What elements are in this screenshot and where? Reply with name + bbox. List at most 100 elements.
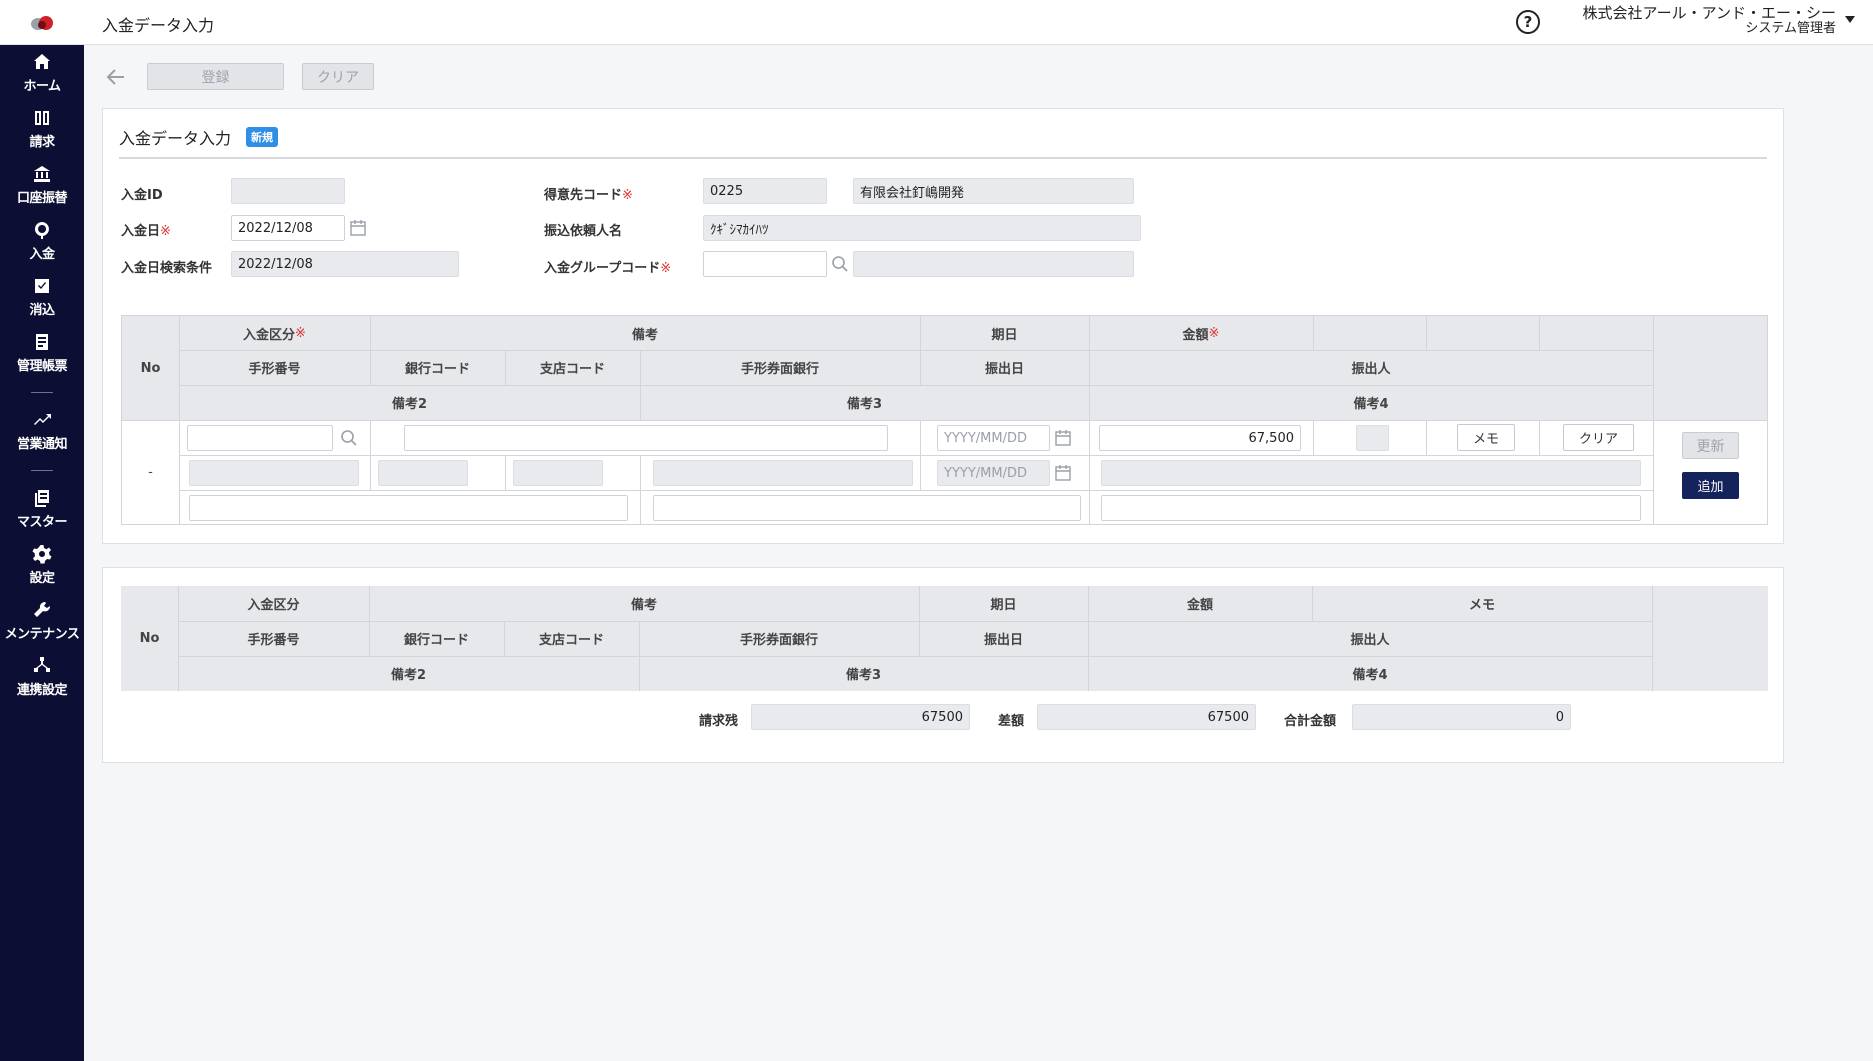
sidebar-item-reports[interactable]: 管理帳票 bbox=[0, 325, 84, 381]
diff-label: 差額 bbox=[998, 714, 1025, 729]
back-arrow-icon[interactable] bbox=[104, 65, 128, 89]
chevron-down-icon[interactable] bbox=[1845, 16, 1855, 23]
memo-indicator bbox=[1356, 425, 1389, 451]
remarks3-input[interactable] bbox=[653, 495, 1081, 521]
required-mark: ※ bbox=[1208, 325, 1220, 341]
nav-divider bbox=[0, 459, 84, 481]
date-search-field: 2022/12/08 bbox=[231, 251, 459, 277]
sidebar-item-label: マスター bbox=[16, 515, 68, 530]
add-button[interactable]: 追加 bbox=[1682, 472, 1739, 499]
remarks4-input[interactable] bbox=[1101, 495, 1641, 521]
col-category: 入金区分 bbox=[247, 598, 300, 613]
sidebar-item-master[interactable]: マスター bbox=[0, 481, 84, 537]
col-bill-number: 手形番号 bbox=[247, 633, 300, 648]
col-amount: 金額 bbox=[1186, 598, 1213, 613]
sidebar-item-payment[interactable]: 入金 bbox=[0, 213, 84, 269]
required-mark: ※ bbox=[295, 325, 306, 341]
page-title: 入金データ入力 bbox=[102, 16, 215, 35]
calendar-icon[interactable] bbox=[349, 219, 367, 237]
due-date-input[interactable]: YYYY/MM/DD bbox=[937, 425, 1050, 451]
remarks-input[interactable] bbox=[404, 425, 888, 451]
sidebar-item-label: 入金 bbox=[29, 247, 55, 262]
col-no: No bbox=[139, 631, 160, 646]
app-logo[interactable] bbox=[0, 0, 84, 45]
memo-button[interactable]: メモ bbox=[1457, 424, 1515, 451]
bill-bank-field bbox=[653, 460, 913, 486]
sidebar-item-label: ホーム bbox=[23, 79, 61, 94]
customer-name-field: 有限会社釘嶋開発 bbox=[853, 178, 1134, 204]
payment-date-input[interactable]: 2022/12/08 bbox=[231, 215, 345, 241]
sidebar-item-label: 口座振替 bbox=[16, 191, 68, 206]
sidebar-item-label: 設定 bbox=[29, 571, 55, 586]
col-bill-bank: 手形券面銀行 bbox=[739, 633, 818, 648]
sidebar-item-label: 請求 bbox=[29, 135, 55, 150]
branch-code-field bbox=[513, 460, 603, 486]
issue-date-field: YYYY/MM/DD bbox=[937, 460, 1050, 486]
calendar-icon[interactable] bbox=[1054, 464, 1072, 482]
group-code-label: 入金グループコード※ bbox=[544, 261, 672, 276]
customer-code-field: 0225 bbox=[703, 178, 827, 204]
clear-button[interactable]: クリア bbox=[302, 63, 374, 90]
col-drawer: 振出人 bbox=[1350, 633, 1390, 648]
date-search-label: 入金日検索条件 bbox=[121, 261, 213, 276]
sidebar-item-reconcile[interactable]: 消込 bbox=[0, 269, 84, 325]
col-bank-code: 銀行コード bbox=[403, 633, 469, 648]
sidebar-item-sales-notice[interactable]: 営業通知 bbox=[0, 403, 84, 459]
col-amount: 金額 ※ bbox=[1182, 325, 1220, 343]
logo-icon bbox=[31, 16, 53, 30]
list-table: No 入金区分 備考 期日 金額 メモ 手形番号 銀行コード 支店コード 手形券… bbox=[121, 586, 1768, 691]
balance-field: 67500 bbox=[751, 704, 970, 730]
col-issue-date: 振出日 bbox=[983, 633, 1023, 648]
sidebar-item-label: 消込 bbox=[29, 303, 55, 318]
col-remarks3: 備考3 bbox=[846, 397, 883, 412]
required-mark: ※ bbox=[622, 188, 633, 203]
col-remarks4: 備考4 bbox=[1353, 397, 1389, 412]
col-remarks2: 備考2 bbox=[390, 668, 427, 683]
list-panel: No 入金区分 備考 期日 金額 メモ 手形番号 銀行コード 支店コード 手形券… bbox=[102, 567, 1784, 763]
sidebar-item-label: 営業通知 bbox=[16, 437, 68, 452]
user-menu[interactable]: 株式会社アール・アンド・エー・シー システム管理者 bbox=[1582, 5, 1836, 37]
col-bank-code: 銀行コード bbox=[404, 362, 470, 377]
total-field: 0 bbox=[1352, 704, 1571, 730]
category-input[interactable] bbox=[187, 425, 333, 451]
search-icon[interactable] bbox=[831, 255, 849, 273]
col-no: No bbox=[140, 360, 161, 376]
gear-icon bbox=[32, 545, 52, 564]
nav-divider bbox=[0, 381, 84, 403]
check-icon bbox=[35, 279, 49, 293]
search-icon[interactable] bbox=[340, 429, 358, 447]
sidebar-item-integration[interactable]: 連携設定 bbox=[0, 649, 84, 705]
network-icon bbox=[34, 657, 50, 672]
sidebar-item-billing[interactable]: 請求 bbox=[0, 101, 84, 157]
col-category: 入金区分 ※ bbox=[243, 325, 306, 343]
update-button[interactable]: 更新 bbox=[1682, 432, 1739, 459]
required-mark: ※ bbox=[660, 261, 672, 276]
help-icon[interactable]: ? bbox=[1516, 10, 1540, 34]
group-code-input[interactable] bbox=[703, 251, 827, 277]
col-drawer: 振出人 bbox=[1351, 362, 1391, 377]
payment-date-label: 入金日※ bbox=[121, 224, 171, 239]
title-divider bbox=[119, 157, 1767, 159]
sidebar-item-label: 連携設定 bbox=[16, 683, 68, 698]
sidebar-item-home[interactable]: ホーム bbox=[0, 45, 84, 101]
calendar-icon[interactable] bbox=[1054, 429, 1072, 447]
row-clear-button[interactable]: クリア bbox=[1563, 424, 1634, 451]
payment-icon bbox=[34, 222, 49, 239]
col-remarks: 備考 bbox=[631, 327, 658, 343]
col-remarks2: 備考2 bbox=[391, 397, 428, 412]
col-branch-code: 支店コード bbox=[538, 633, 604, 648]
report-icon bbox=[36, 334, 48, 350]
sidebar-item-maintenance[interactable]: メンテナンス bbox=[0, 593, 84, 649]
amount-input[interactable]: 67,500 bbox=[1099, 425, 1301, 451]
diff-field: 67500 bbox=[1037, 704, 1256, 730]
remarks2-input[interactable] bbox=[189, 495, 628, 521]
sidebar-item-account-transfer[interactable]: 口座振替 bbox=[0, 157, 84, 213]
register-button[interactable]: 登録 bbox=[147, 63, 284, 90]
entry-table: No 入金区分 ※ 備考 期日 金額 ※ 手形番号 銀行コード 支店コード 手形券面… bbox=[121, 315, 1768, 525]
payment-id-label: 入金ID bbox=[121, 188, 163, 203]
requester-label: 振込依頼人名 bbox=[544, 224, 623, 239]
sidebar-item-settings[interactable]: 設定 bbox=[0, 537, 84, 593]
col-remarks3: 備考3 bbox=[845, 668, 882, 683]
bank-icon bbox=[34, 166, 50, 182]
balance-label: 請求残 bbox=[699, 714, 739, 729]
